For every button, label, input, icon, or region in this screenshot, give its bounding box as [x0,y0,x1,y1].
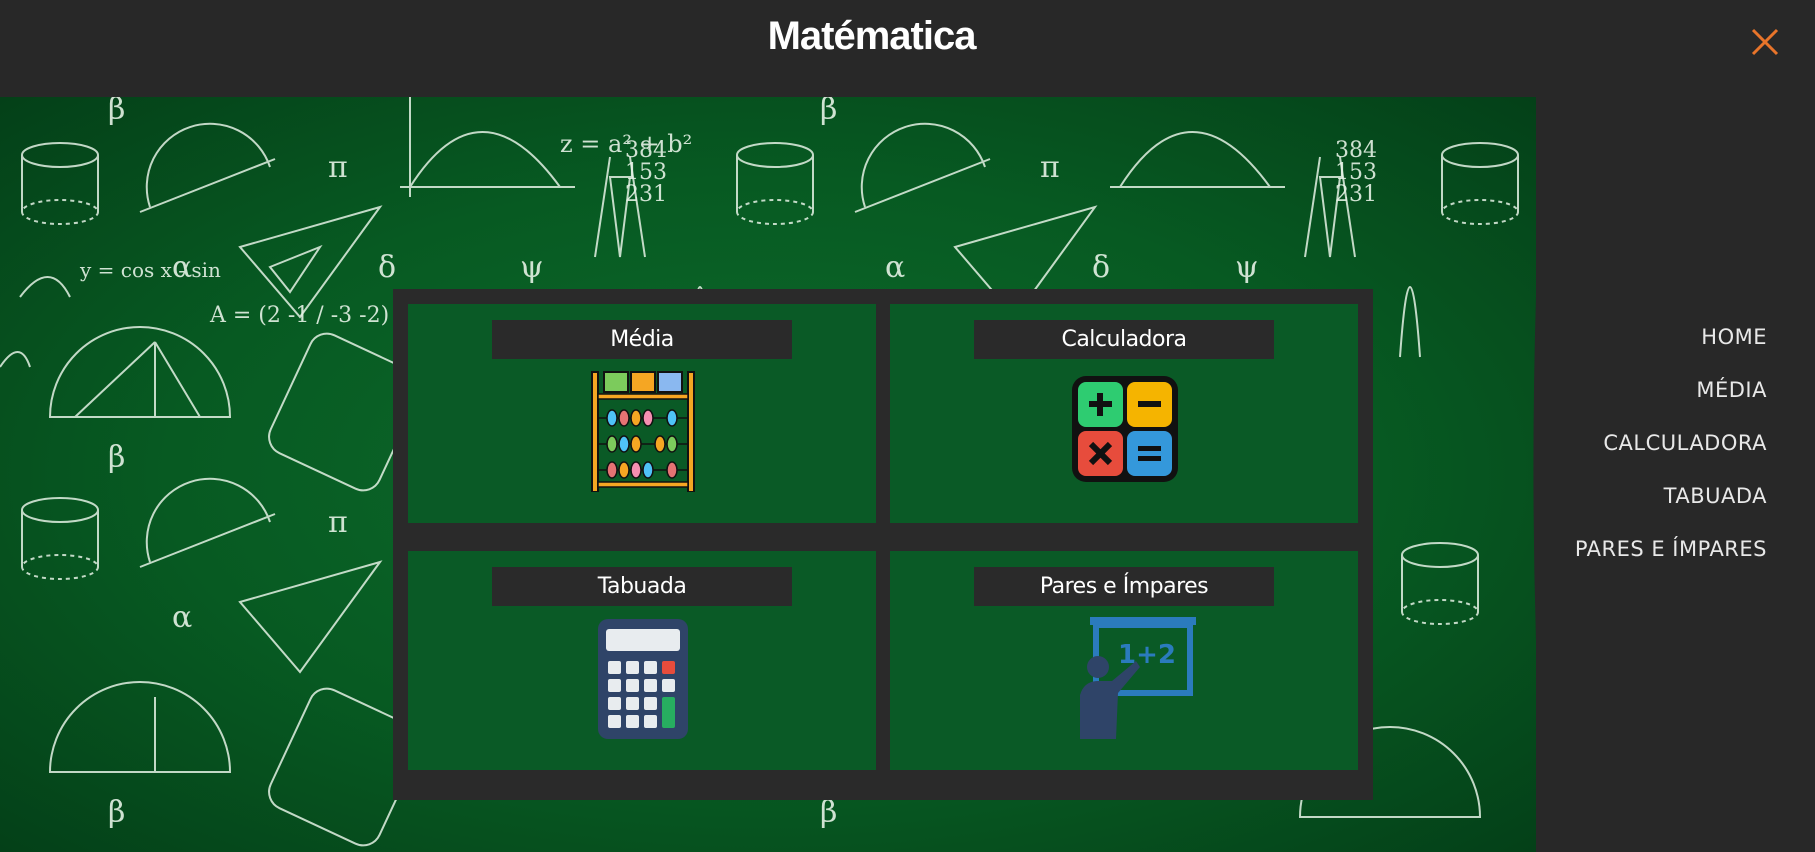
card-calculadora[interactable]: Calculadora [890,304,1358,523]
calculator-operators-icon [1070,370,1180,492]
svg-text:π: π [328,505,348,540]
board-edge [1533,97,1560,852]
card-media[interactable]: Média [408,304,876,523]
card-pares-impares-label: Pares e Ímpares [974,567,1274,606]
menu-panel: Média Calculadora Tabuada Pares e Ímpare… [393,289,1373,800]
close-icon[interactable] [1747,24,1783,60]
nav-item-tabuada[interactable]: TABUADA [1575,484,1767,508]
nav-item-calculadora[interactable]: CALCULADORA [1575,431,1767,455]
svg-text:δ: δ [378,250,396,285]
abacus-icon [588,370,698,493]
svg-text:β: β [820,795,837,830]
svg-text:α: α [885,250,905,285]
svg-text:α: α [172,600,192,635]
svg-text:ψ: ψ [1235,250,1259,285]
card-tabuada[interactable]: Tabuada [408,551,876,770]
svg-text:δ: δ [1092,250,1110,285]
nav-item-pares-impares[interactable]: PARES E ÍMPARES [1575,537,1767,561]
teacher-board-icon: 1+2 [1070,617,1196,739]
svg-text:π: π [1040,150,1060,185]
svg-text:231: 231 [1335,182,1377,207]
nav-item-home[interactable]: HOME [1575,325,1767,349]
top-bar: Matématica [0,0,1815,97]
svg-text:π: π [328,150,348,185]
card-tabuada-label: Tabuada [492,567,792,606]
side-navigation: HOME MÉDIA CALCULADORA TABUADA PARES E Í… [1575,325,1767,590]
svg-text:y = cos x - sin: y = cos x - sin [79,258,221,282]
svg-text:β: β [108,795,125,830]
card-calculadora-label: Calculadora [974,320,1274,359]
svg-text:β: β [108,440,125,475]
card-pares-impares[interactable]: Pares e Ímpares 1+2 [890,551,1358,770]
svg-text:β: β [820,97,837,127]
svg-text:A = (2 -1 / -3 -2): A = (2 -1 / -3 -2) [209,303,389,328]
card-media-label: Média [492,320,792,359]
svg-text:231: 231 [625,182,667,207]
svg-text:ψ: ψ [520,250,544,285]
svg-text:1+2: 1+2 [1118,640,1176,670]
calculator-icon [588,617,698,739]
nav-item-media[interactable]: MÉDIA [1575,378,1767,402]
svg-text:β: β [108,97,125,127]
page-title: Matématica [767,14,977,58]
